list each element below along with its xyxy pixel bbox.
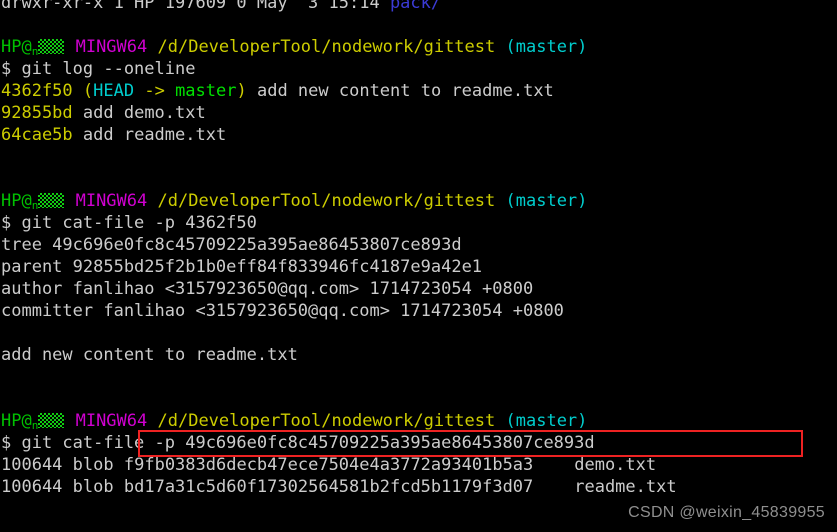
log-entry-row: 4362f50 (HEAD -> master) add new content… (0, 80, 837, 102)
prompt-user: HP@ (1, 37, 32, 57)
prompt-branch: (master) (505, 191, 588, 211)
prompt-user: HP@ (1, 191, 32, 211)
prompt-shell: MINGW64 (75, 191, 148, 211)
prompt-host-suffix: n (31, 199, 39, 212)
commit-author-line: author fanlihao <3157923650@qq.com> 1714… (1, 279, 534, 299)
tree-entry-row: 100644 blob f9fb0383d6decb47ece7504e4a37… (0, 454, 837, 476)
command-cat-file-tree: $ git cat-file -p 49c696e0fc8c45709225a3… (1, 433, 595, 453)
prompt-shell: MINGW64 (75, 411, 148, 431)
scrollback-line-pack: drwxr-xr-x 1 HP 197609 0 May 3 15:14 pac… (0, 0, 837, 14)
tree-entry-mode: 100644 (1, 477, 63, 497)
log-branch-ref: master (175, 81, 237, 101)
log-message: add readme.txt (82, 125, 227, 145)
log-entry-row: 64cae5b add readme.txt (0, 124, 837, 146)
log-hash: 64cae5b (1, 125, 73, 145)
log-ref-arrow: -> (134, 81, 176, 101)
tree-entry-row-highlighted: 100644 blob bd17a31c5d60f17302564581b2fc… (0, 476, 837, 498)
prompt-line-1: HP@n MINGW64 /d/DeveloperTool/nodework/g… (0, 36, 837, 58)
host-censored-block-icon (38, 413, 65, 428)
prompt-path: /d/DeveloperTool/nodework/gittest (157, 191, 496, 211)
commit-parent-line: parent 92855bd25f2b1b0eff84f833946fc4187… (1, 257, 483, 277)
tree-entry-mode: 100644 (1, 455, 63, 475)
prompt-line-2: HP@n MINGW64 /d/DeveloperTool/nodework/g… (0, 190, 837, 212)
log-entry-row: 92855bd add demo.txt (0, 102, 837, 124)
prompt-host-suffix: n (31, 419, 39, 432)
prompt-branch: (master) (505, 411, 588, 431)
log-hash: 4362f50 (1, 81, 73, 101)
terminal-screen: drwxr-xr-x 1 HP 197609 0 May 3 15:14 pac… (0, 0, 837, 532)
host-censored-block-icon (38, 39, 65, 54)
tree-entry-filename: demo.txt (574, 455, 657, 475)
commit-committer-line: committer fanlihao <3157923650@qq.com> 1… (1, 301, 564, 321)
prompt-shell: MINGW64 (75, 37, 148, 57)
prompt-path: /d/DeveloperTool/nodework/gittest (157, 37, 496, 57)
tree-entry-hash: bd17a31c5d60f17302564581b2fcd5b1179f3d07 (123, 477, 534, 497)
commit-tree-line: tree 49c696e0fc8c45709225a395ae86453807c… (1, 235, 462, 255)
tree-entry-hash: f9fb0383d6decb47ece7504e4a3772a93401b5a3 (123, 455, 534, 475)
terminal-window[interactable]: drwxr-xr-x 1 HP 197609 0 May 3 15:14 pac… (0, 0, 837, 532)
tree-entry-filename: readme.txt (574, 477, 677, 497)
scrollback-meta: drwxr-xr-x 1 HP 197609 0 May 3 15:14 (1, 0, 390, 13)
command-git-log: $ git log --oneline (1, 59, 196, 79)
tree-entry-type: blob (72, 455, 114, 475)
host-censored-block-icon (38, 193, 65, 208)
log-message: add new content to readme.txt (256, 81, 554, 101)
commit-message-line: add new content to readme.txt (1, 345, 298, 365)
prompt-user: HP@ (1, 411, 32, 431)
prompt-host-suffix: n (31, 45, 39, 58)
tree-entry-type: blob (72, 477, 114, 497)
command-cat-file-commit: $ git cat-file -p 4362f50 (1, 213, 257, 233)
prompt-branch: (master) (505, 37, 588, 57)
log-head-ref: HEAD (93, 81, 135, 101)
csdn-watermark: CSDN @weixin_45839955 (628, 504, 825, 521)
log-message: add demo.txt (82, 103, 206, 123)
log-hash: 92855bd (1, 103, 73, 123)
log-refs-close: ) (236, 81, 247, 101)
prompt-path: /d/DeveloperTool/nodework/gittest (157, 411, 496, 431)
scrollback-directory: pack/ (389, 0, 442, 13)
log-refs-open: ( (82, 81, 94, 101)
prompt-line-3: HP@n MINGW64 /d/DeveloperTool/nodework/g… (0, 410, 837, 432)
